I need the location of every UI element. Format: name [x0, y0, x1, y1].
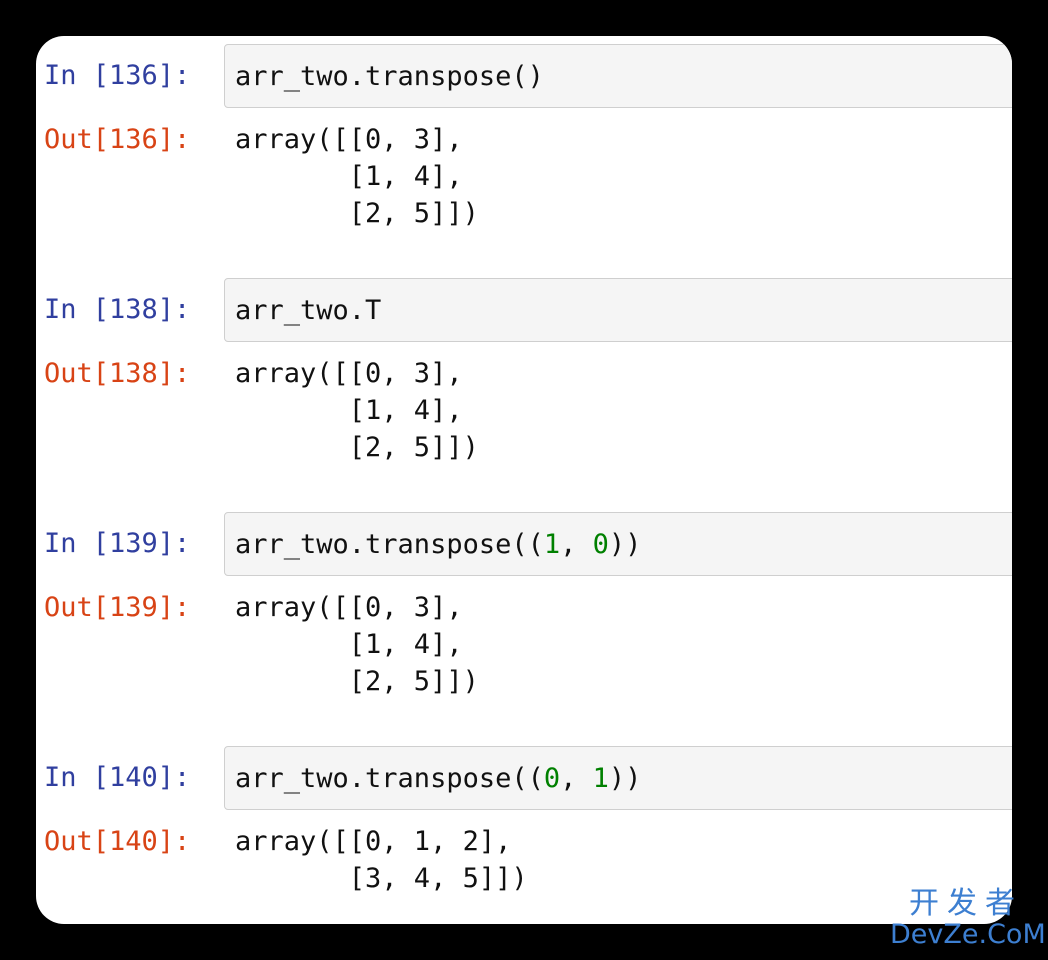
code-text: )): [608, 529, 642, 560]
code-text: )): [608, 763, 642, 794]
input-prompt: In [136]:: [44, 60, 191, 91]
number-literal: 0: [543, 763, 561, 794]
code-text: arr_two.transpose(): [235, 61, 544, 92]
notebook-cell: In [136]: arr_two.transpose() Out[136]: …: [36, 44, 1012, 244]
output-prompt: Out[140]:: [44, 826, 191, 857]
notebook-cell: In [138]: arr_two.T Out[138]: array([[0,…: [36, 278, 1012, 478]
output-prompt: Out[139]:: [44, 592, 191, 623]
code-text: ,: [560, 763, 593, 794]
code-input[interactable]: arr_two.T: [224, 278, 1012, 342]
input-prompt: In [139]:: [44, 528, 191, 559]
number-literal: 1: [543, 529, 561, 560]
cell-output: array([[0, 3], [1, 4], [2, 5]]): [235, 592, 479, 697]
watermark-text-en: DevZe.CoM: [890, 919, 1046, 950]
code-text: ,: [560, 529, 593, 560]
code-text: arr_two.transpose((: [235, 763, 544, 794]
code-text: arr_two.transpose((: [235, 529, 544, 560]
code-input[interactable]: arr_two.transpose(): [224, 44, 1012, 108]
cell-output: array([[0, 3], [1, 4], [2, 5]]): [235, 124, 479, 229]
code-input[interactable]: arr_two.transpose((1, 0)): [224, 512, 1012, 576]
notebook-cell: In [139]: arr_two.transpose((1, 0)) Out[…: [36, 512, 1012, 712]
cell-output: array([[0, 1, 2], [3, 4, 5]]): [235, 826, 528, 894]
watermark-text-cn: 开发者: [909, 886, 1023, 921]
number-literal: 1: [592, 763, 609, 794]
output-prompt: Out[136]:: [44, 124, 191, 155]
code-text: arr_two.T: [235, 295, 382, 326]
notebook-cell: In [140]: arr_two.transpose((0, 1)) Out[…: [36, 746, 1012, 916]
code-input[interactable]: arr_two.transpose((0, 1)): [224, 746, 1012, 810]
site-watermark: 开发者 DevZe.CoM: [890, 886, 1046, 954]
input-prompt: In [140]:: [44, 762, 191, 793]
input-prompt: In [138]:: [44, 294, 191, 325]
number-literal: 0: [592, 529, 609, 560]
notebook-panel: In [136]: arr_two.transpose() Out[136]: …: [36, 36, 1012, 924]
cell-output: array([[0, 3], [1, 4], [2, 5]]): [235, 358, 479, 463]
output-prompt: Out[138]:: [44, 358, 191, 389]
